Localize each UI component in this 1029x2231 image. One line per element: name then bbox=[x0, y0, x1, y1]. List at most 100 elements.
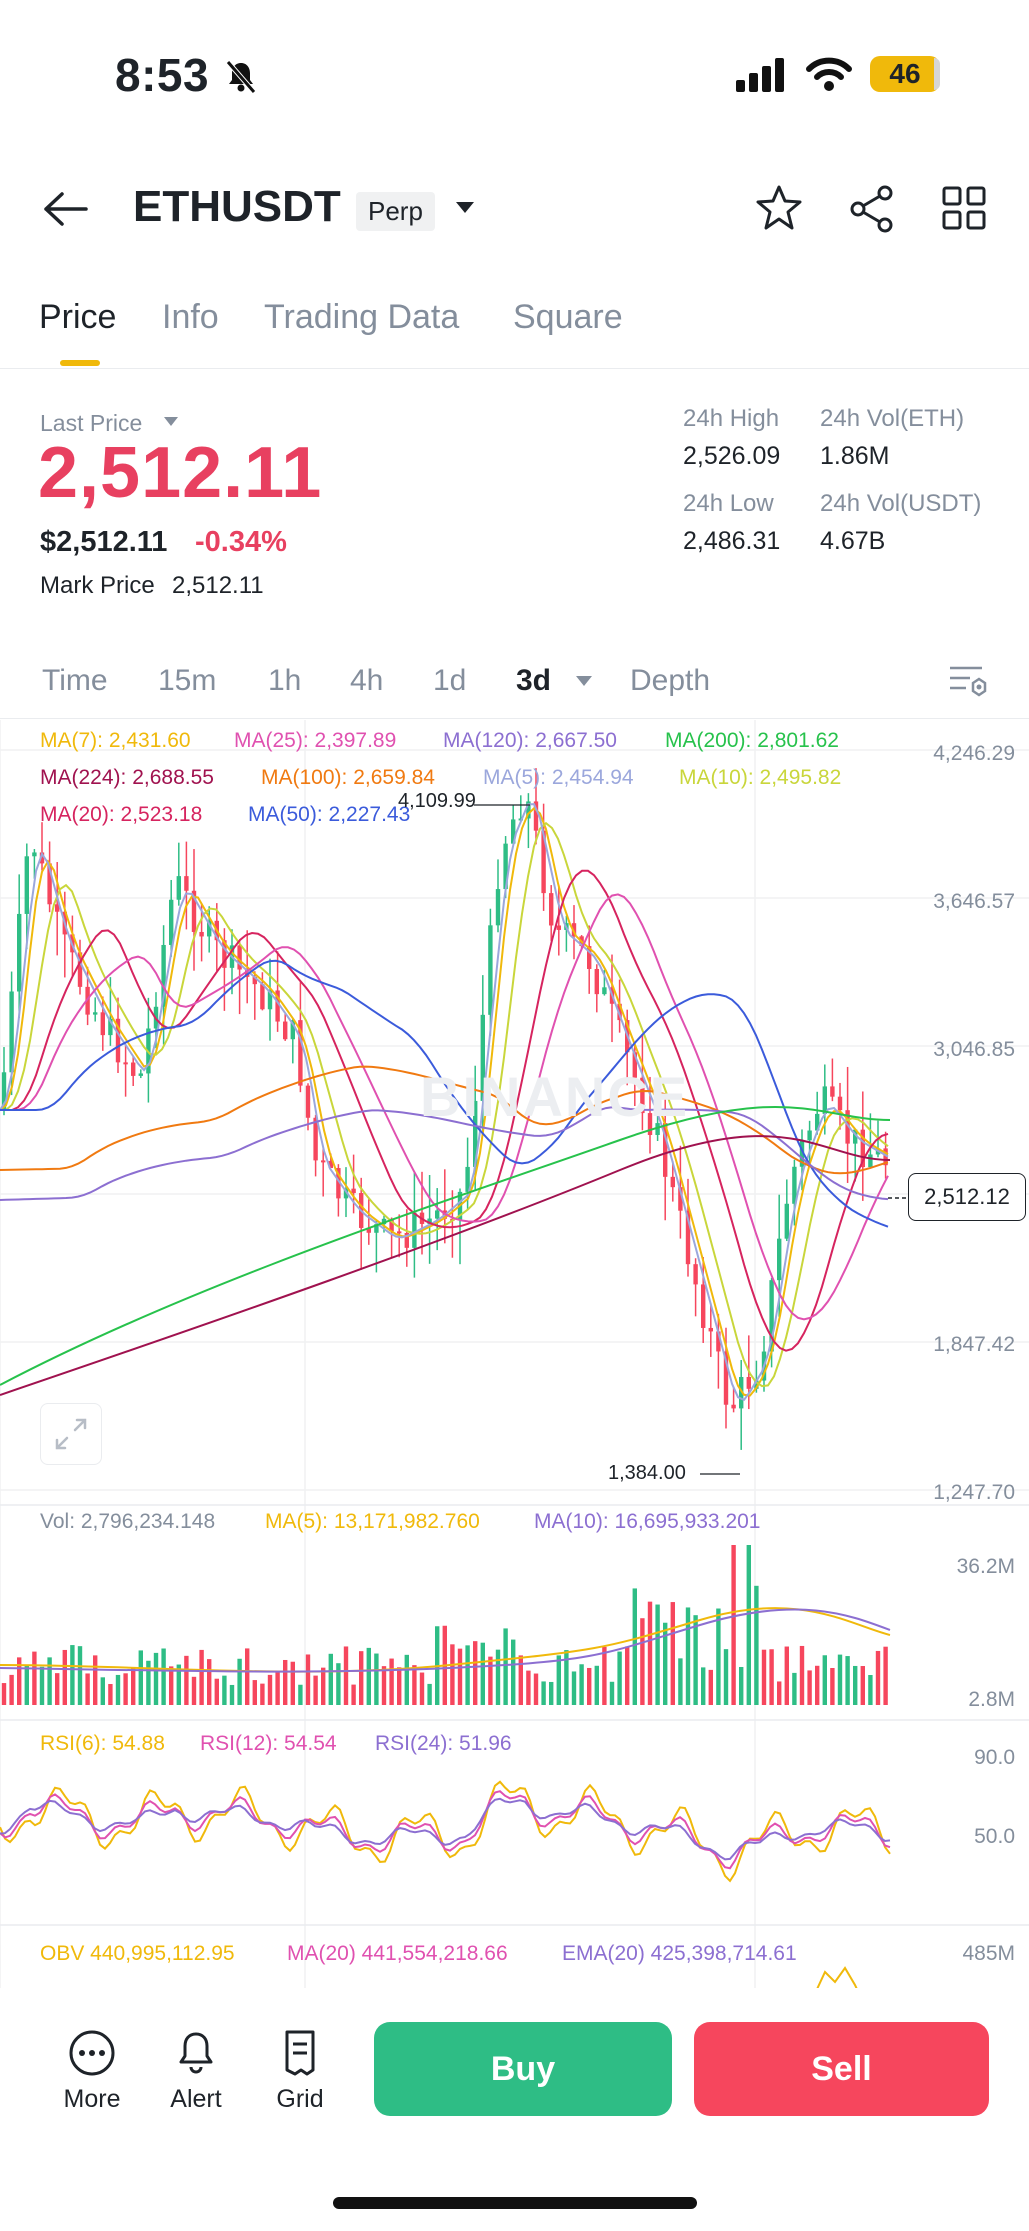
volume-bar bbox=[62, 1649, 67, 1705]
volume-bar bbox=[381, 1666, 387, 1705]
candle-body bbox=[24, 856, 29, 914]
grid-button[interactable]: Grid bbox=[268, 2028, 332, 2114]
volume-bar bbox=[541, 1681, 546, 1705]
volume-bar bbox=[290, 1661, 295, 1705]
volume-bar bbox=[93, 1655, 98, 1705]
kline-chart[interactable] bbox=[0, 720, 1029, 2000]
share-icon[interactable] bbox=[847, 184, 897, 234]
symbol-title[interactable]: ETHUSDT bbox=[133, 182, 341, 232]
intervals-divider bbox=[0, 718, 1029, 719]
vol-ma10-label: MA(10): 16,695,933.201 bbox=[534, 1510, 761, 1533]
volume-bar bbox=[450, 1644, 455, 1705]
tab-square[interactable]: Square bbox=[513, 298, 623, 337]
tab-price[interactable]: Price bbox=[39, 298, 116, 337]
volume-bar bbox=[298, 1684, 303, 1705]
volume-bar bbox=[473, 1641, 478, 1705]
volume-bar bbox=[77, 1646, 83, 1705]
sell-button[interactable]: Sell bbox=[694, 2022, 989, 2116]
buy-button[interactable]: Buy bbox=[374, 2022, 672, 2116]
volume-bar bbox=[822, 1655, 827, 1705]
mark-price-value: 2,512.11 bbox=[172, 572, 264, 599]
alert-button[interactable]: Alert bbox=[164, 2028, 228, 2114]
ma120-label: MA(120): 2,667.50 bbox=[443, 729, 617, 752]
high-marker-label: 4,109.99 bbox=[398, 790, 476, 812]
cellular-signal-icon bbox=[736, 58, 784, 92]
binance-watermark: BINANCE bbox=[420, 1065, 690, 1128]
volume-bar bbox=[875, 1650, 881, 1705]
candle-body bbox=[321, 1160, 326, 1163]
rsi24-label: RSI(24): 51.96 bbox=[375, 1732, 512, 1755]
volume-bar bbox=[716, 1608, 721, 1705]
mark-price-label: Mark Price bbox=[40, 572, 155, 599]
volume-bar bbox=[655, 1604, 660, 1705]
volume-bar bbox=[191, 1676, 197, 1705]
vol-axis-bottom: 2.8M bbox=[968, 1688, 1015, 1711]
interval-4h[interactable]: 4h bbox=[350, 664, 383, 698]
volume-bar bbox=[815, 1665, 820, 1705]
volume-bar bbox=[678, 1658, 683, 1705]
vol-axis-top: 36.2M bbox=[956, 1555, 1015, 1578]
vol-usdt-label: 24h Vol(USDT) bbox=[820, 490, 982, 517]
volume-bar bbox=[55, 1673, 60, 1705]
interval-1h[interactable]: 1h bbox=[268, 664, 301, 698]
candle-body bbox=[283, 1021, 288, 1040]
volume-bar bbox=[549, 1681, 554, 1705]
candle-body bbox=[397, 1231, 402, 1234]
candle-body bbox=[435, 1210, 440, 1219]
rsi12-label: RSI(12): 54.54 bbox=[200, 1732, 337, 1755]
interval-depth[interactable]: Depth bbox=[630, 664, 710, 698]
vol-eth-label: 24h Vol(ETH) bbox=[820, 405, 965, 432]
volume-bar bbox=[556, 1655, 561, 1705]
bell-icon bbox=[179, 2032, 213, 2074]
interval-3d[interactable]: 3d bbox=[516, 664, 551, 698]
alert-label: Alert bbox=[170, 2085, 222, 2113]
interval-15m[interactable]: 15m bbox=[158, 664, 216, 698]
volume-bar bbox=[571, 1671, 577, 1705]
volume-bar bbox=[587, 1667, 592, 1705]
last-price-dropdown-icon[interactable] bbox=[162, 415, 180, 429]
interval-1d[interactable]: 1d bbox=[433, 664, 466, 698]
tab-trading-data[interactable]: Trading Data bbox=[264, 298, 459, 337]
price-axis-label: 3,046.85 bbox=[933, 1038, 1015, 1061]
grid-layout-icon[interactable] bbox=[942, 186, 986, 230]
candle-body bbox=[777, 1238, 782, 1281]
tab-info[interactable]: Info bbox=[162, 298, 219, 337]
chart-settings-icon[interactable] bbox=[948, 662, 988, 698]
candle-body bbox=[556, 925, 561, 930]
volume-bar bbox=[632, 1588, 637, 1705]
grid-label: Grid bbox=[276, 2085, 324, 2113]
candle-body bbox=[807, 1130, 812, 1141]
candle-body bbox=[549, 893, 554, 926]
volume-bar bbox=[883, 1646, 888, 1705]
volume-bar bbox=[100, 1677, 105, 1705]
candle-body bbox=[670, 1176, 675, 1188]
volume-bar bbox=[321, 1667, 326, 1705]
tabs-divider bbox=[0, 368, 1029, 369]
more-label: More bbox=[63, 2085, 121, 2113]
volume-bar bbox=[47, 1657, 52, 1705]
interval-dropdown-icon[interactable] bbox=[574, 674, 594, 688]
volume-bar bbox=[275, 1671, 280, 1705]
ma50-label: MA(50): 2,227.43 bbox=[248, 803, 411, 826]
volume-bar bbox=[693, 1615, 698, 1705]
candle-body bbox=[176, 876, 181, 900]
vol-ma5-label: MA(5): 13,171,982.760 bbox=[265, 1510, 480, 1533]
interval-time[interactable]: Time bbox=[42, 664, 108, 698]
ma5-label: MA(5): 2,454.94 bbox=[483, 766, 634, 789]
candle-body bbox=[138, 1073, 143, 1076]
volume-bar bbox=[860, 1666, 865, 1705]
back-arrow-icon[interactable] bbox=[42, 190, 88, 228]
rsi-axis-top: 90.0 bbox=[974, 1746, 1015, 1769]
volume-bar bbox=[488, 1656, 493, 1705]
volume-bar bbox=[153, 1652, 159, 1705]
star-favorite-icon[interactable] bbox=[754, 184, 804, 232]
ma100-label: MA(100): 2,659.84 bbox=[261, 766, 435, 789]
volume-bar bbox=[351, 1684, 356, 1705]
fullscreen-button[interactable] bbox=[40, 1403, 102, 1465]
symbol-dropdown-icon[interactable] bbox=[454, 200, 476, 216]
more-button[interactable]: More bbox=[60, 2028, 124, 2114]
status-time: 8:53 bbox=[115, 49, 210, 101]
volume-bar bbox=[465, 1645, 470, 1705]
grid-bot-icon bbox=[285, 2030, 315, 2076]
volume-bar bbox=[131, 1668, 136, 1705]
